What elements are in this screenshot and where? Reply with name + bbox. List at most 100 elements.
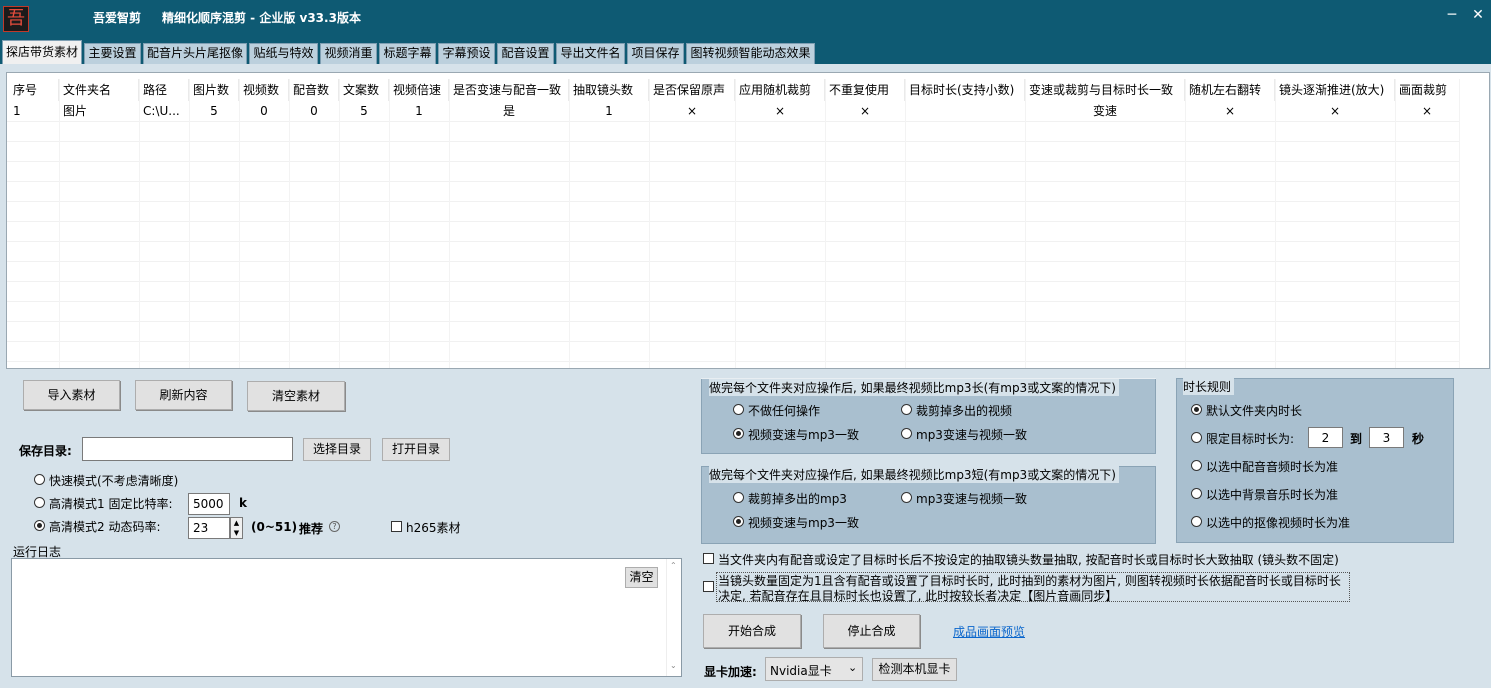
- duration-bgm-radio[interactable]: [1191, 488, 1202, 499]
- cell-speed[interactable]: 1: [389, 101, 449, 121]
- shorter-option-mp3-speed-label[interactable]: mp3变速与视频一致: [916, 490, 1027, 507]
- col-header-index[interactable]: 序号: [9, 79, 59, 101]
- col-header-target-duration[interactable]: 目标时长(支持小数): [905, 79, 1025, 101]
- bitrate-input[interactable]: 5000: [188, 493, 230, 515]
- scroll-up-icon[interactable]: ⌃: [670, 561, 677, 570]
- duration-default-label[interactable]: 默认文件夹内时长: [1206, 402, 1302, 419]
- cell-zoom-in[interactable]: ×: [1275, 101, 1395, 121]
- cell-videos[interactable]: 0: [239, 101, 289, 121]
- cell-random-crop[interactable]: ×: [735, 101, 825, 121]
- crf-stepper[interactable]: ▲ ▼: [230, 517, 243, 539]
- cell-dubbing[interactable]: 0: [289, 101, 339, 121]
- tab-dubbing-intro-outro[interactable]: 配音片头片尾抠像: [143, 43, 247, 64]
- help-icon[interactable]: ?: [329, 521, 340, 532]
- cell-path[interactable]: C:\U...: [143, 101, 189, 121]
- log-scrollbar[interactable]: ⌃ ⌄: [666, 559, 681, 676]
- tab-subtitle-preset[interactable]: 字幕预设: [438, 43, 495, 64]
- image-av-sync-label-line2[interactable]: 决定, 若配音存在且目标时长也设置了, 此时按较长者决定【图片音画同步】: [718, 587, 1117, 604]
- longer-option-mp3-speed-label[interactable]: mp3变速与视频一致: [916, 426, 1027, 443]
- tab-export-filename[interactable]: 导出文件名: [556, 43, 625, 64]
- cell-no-repeat[interactable]: ×: [825, 101, 905, 121]
- cell-duration-match[interactable]: 变速: [1025, 101, 1185, 121]
- hq2-mode-radio[interactable]: [34, 520, 45, 531]
- col-header-path[interactable]: 路径: [139, 79, 189, 101]
- minimize-button[interactable]: ─: [1440, 6, 1464, 24]
- cell-keep-audio[interactable]: ×: [649, 101, 735, 121]
- tab-dubbing-settings[interactable]: 配音设置: [497, 43, 554, 64]
- hq2-mode-label[interactable]: 高清模式2 动态码率:: [49, 518, 161, 535]
- clear-log-button[interactable]: 清空: [625, 567, 658, 588]
- shorter-option-video-speed-radio[interactable]: [733, 516, 744, 527]
- detect-gpu-button[interactable]: 检测本机显卡: [872, 658, 957, 681]
- shorter-option-mp3-speed-radio[interactable]: [901, 492, 912, 503]
- tab-project-save[interactable]: 项目保存: [627, 43, 684, 64]
- longer-option-none-radio[interactable]: [733, 404, 744, 415]
- longer-option-trim-label[interactable]: 裁剪掉多出的视频: [916, 402, 1012, 419]
- stop-compose-button[interactable]: 停止合成: [823, 614, 920, 648]
- col-header-random-flip[interactable]: 随机左右翻转: [1185, 79, 1275, 101]
- col-header-speed-match[interactable]: 是否变速与配音一致: [449, 79, 569, 101]
- run-log-textarea[interactable]: 清空 ⌃ ⌄: [11, 558, 682, 677]
- fast-mode-radio[interactable]: [34, 474, 45, 485]
- cell-crop[interactable]: ×: [1395, 101, 1459, 121]
- fast-mode-label[interactable]: 快速模式(不考虑清晰度): [49, 472, 178, 489]
- shorter-option-trim-mp3-radio[interactable]: [733, 492, 744, 503]
- tab-image-to-video[interactable]: 图转视频智能动态效果: [686, 43, 815, 64]
- duration-dubbing-label[interactable]: 以选中配音音频时长为准: [1206, 458, 1338, 475]
- tab-material[interactable]: 探店带货素材: [2, 40, 82, 64]
- import-material-button[interactable]: 导入素材: [23, 380, 120, 410]
- tab-main-settings[interactable]: 主要设置: [84, 43, 141, 64]
- cell-speed-match[interactable]: 是: [449, 101, 569, 121]
- material-table[interactable]: 序号 文件夹名 路径 图片数 视频数 配音数 文案数 视频倍速 是否变速与配音一…: [6, 72, 1490, 369]
- image-av-sync-label-box[interactable]: 当镜头数量固定为1且含有配音或设置了目标时长时, 此时抽到的素材为图片, 则图转…: [716, 572, 1350, 604]
- stepper-down-icon[interactable]: ▼: [231, 528, 242, 538]
- auto-shot-count-label[interactable]: 当文件夹内有配音或设定了目标时长后不按设定的抽取镜头数量抽取, 按配音时长或目标…: [718, 551, 1339, 568]
- tab-title-subtitle[interactable]: 标题字幕: [379, 43, 436, 64]
- close-button[interactable]: ✕: [1466, 6, 1490, 24]
- stepper-up-icon[interactable]: ▲: [231, 518, 242, 528]
- cell-shot-count[interactable]: 1: [569, 101, 649, 121]
- open-dir-button[interactable]: 打开目录: [382, 438, 450, 461]
- shorter-option-video-speed-label[interactable]: 视频变速与mp3一致: [748, 514, 859, 531]
- image-av-sync-checkbox[interactable]: [703, 581, 714, 592]
- col-header-duration-match[interactable]: 变速或裁剪与目标时长一致: [1025, 79, 1185, 101]
- col-header-folder[interactable]: 文件夹名: [59, 79, 139, 101]
- tab-stickers-effects[interactable]: 贴纸与特效: [249, 43, 318, 64]
- duration-keying-radio[interactable]: [1191, 516, 1202, 527]
- col-header-speed[interactable]: 视频倍速: [389, 79, 449, 101]
- crf-input[interactable]: 23: [188, 517, 230, 539]
- cell-folder[interactable]: 图片: [63, 101, 139, 121]
- cell-scripts[interactable]: 5: [339, 101, 389, 121]
- col-header-shot-count[interactable]: 抽取镜头数: [569, 79, 649, 101]
- duration-from-input[interactable]: 2: [1308, 427, 1343, 448]
- col-header-scripts[interactable]: 文案数: [339, 79, 389, 101]
- clear-material-button[interactable]: 清空素材: [247, 381, 345, 411]
- col-header-crop[interactable]: 画面裁剪: [1395, 79, 1459, 101]
- col-header-dubbing[interactable]: 配音数: [289, 79, 339, 101]
- duration-to-input[interactable]: 3: [1369, 427, 1404, 448]
- shorter-option-trim-mp3-label[interactable]: 裁剪掉多出的mp3: [748, 490, 847, 507]
- longer-option-trim-radio[interactable]: [901, 404, 912, 415]
- preview-output-link[interactable]: 成品画面预览: [953, 623, 1025, 640]
- longer-option-video-speed-radio[interactable]: [733, 428, 744, 439]
- cell-random-flip[interactable]: ×: [1185, 101, 1275, 121]
- auto-shot-count-checkbox[interactable]: [703, 553, 714, 564]
- h265-label[interactable]: h265素材: [406, 519, 461, 536]
- save-dir-input[interactable]: [82, 437, 293, 461]
- duration-dubbing-radio[interactable]: [1191, 460, 1202, 471]
- gpu-select[interactable]: Nvidia显卡 ⌄: [765, 657, 863, 681]
- col-header-videos[interactable]: 视频数: [239, 79, 289, 101]
- scroll-down-icon[interactable]: ⌄: [670, 661, 677, 670]
- cell-index[interactable]: 1: [13, 101, 59, 121]
- longer-option-video-speed-label[interactable]: 视频变速与mp3一致: [748, 426, 859, 443]
- longer-option-mp3-speed-radio[interactable]: [901, 428, 912, 439]
- hq1-mode-radio[interactable]: [34, 497, 45, 508]
- duration-bgm-label[interactable]: 以选中背景音乐时长为准: [1206, 486, 1338, 503]
- start-compose-button[interactable]: 开始合成: [703, 614, 801, 648]
- duration-fixed-label[interactable]: 限定目标时长为:: [1206, 430, 1294, 447]
- h265-checkbox[interactable]: [391, 521, 402, 532]
- duration-fixed-radio[interactable]: [1191, 432, 1202, 443]
- hq1-mode-label[interactable]: 高清模式1 固定比特率:: [49, 495, 173, 512]
- col-header-keep-audio[interactable]: 是否保留原声: [649, 79, 735, 101]
- col-header-zoom-in[interactable]: 镜头逐渐推进(放大): [1275, 79, 1395, 101]
